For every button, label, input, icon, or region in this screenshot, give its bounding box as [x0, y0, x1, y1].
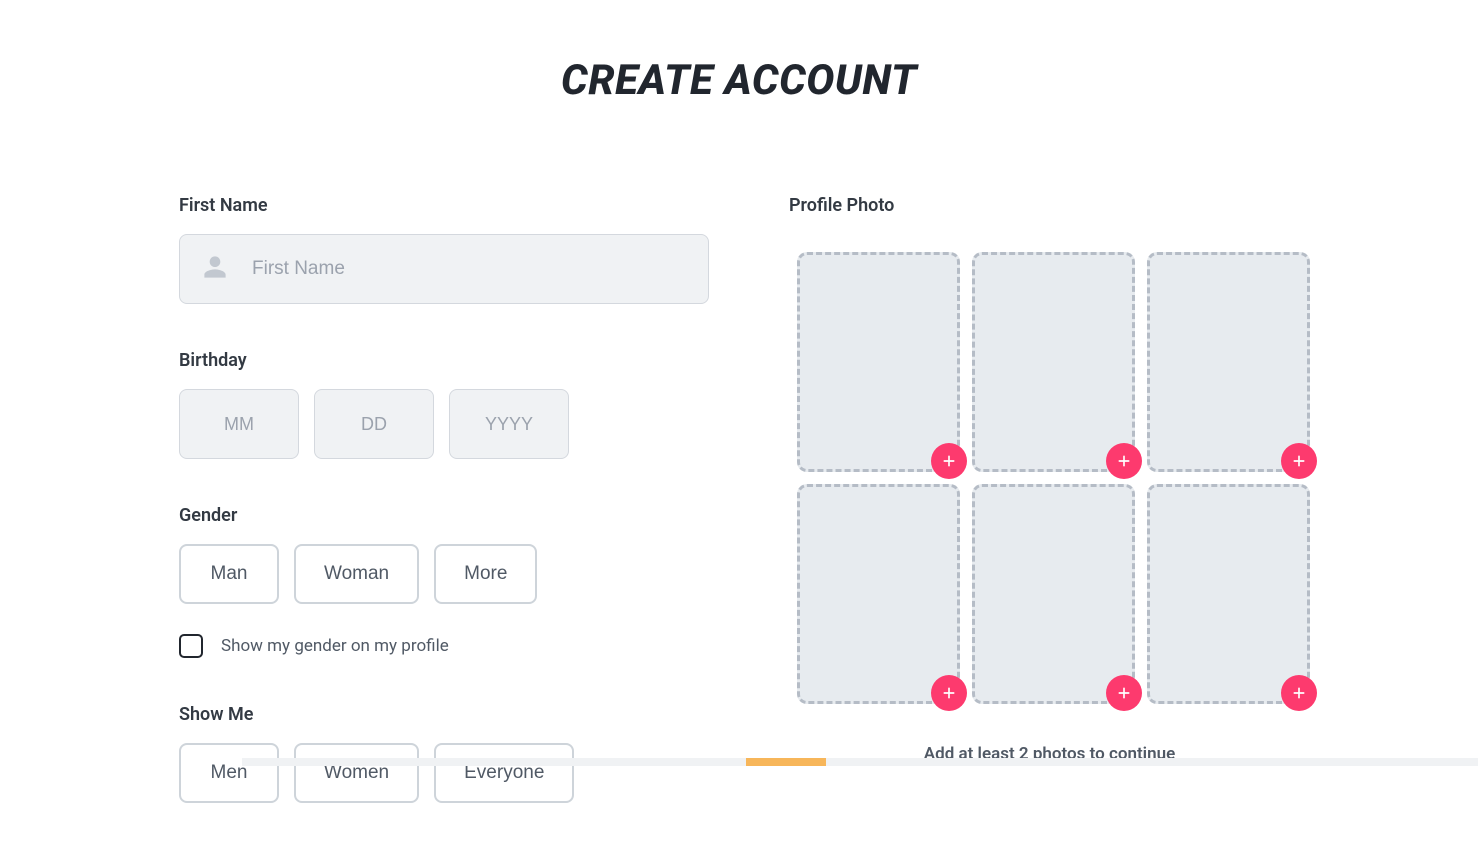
photo-grid: [797, 252, 1310, 704]
gender-man-button[interactable]: Man: [179, 544, 279, 604]
gender-woman-button[interactable]: Woman: [294, 544, 419, 604]
show-gender-checkbox[interactable]: [179, 634, 203, 658]
add-photo-button[interactable]: [1106, 443, 1142, 479]
birthday-label: Birthday: [179, 350, 709, 371]
progress-segment: [746, 758, 826, 766]
plus-icon: [1116, 453, 1132, 469]
gender-label: Gender: [179, 505, 709, 526]
plus-icon: [1116, 685, 1132, 701]
photo-slot[interactable]: [972, 484, 1135, 704]
first-name-label: First Name: [179, 195, 709, 216]
person-icon: [202, 254, 228, 284]
plus-icon: [1291, 685, 1307, 701]
plus-icon: [941, 453, 957, 469]
add-photo-button[interactable]: [1106, 675, 1142, 711]
birthday-month-input[interactable]: [180, 414, 298, 435]
photo-slot[interactable]: [1147, 484, 1310, 704]
show-me-everyone-button[interactable]: Everyone: [434, 743, 574, 803]
photo-slot[interactable]: [797, 252, 960, 472]
add-photo-button[interactable]: [931, 675, 967, 711]
first-name-input-wrap[interactable]: [179, 234, 709, 304]
add-photo-button[interactable]: [931, 443, 967, 479]
bottom-strip: [242, 758, 1478, 766]
show-me-men-button[interactable]: Men: [179, 743, 279, 803]
photo-slot[interactable]: [797, 484, 960, 704]
birthday-year-input[interactable]: [450, 414, 568, 435]
page-title: CREATE ACCOUNT: [179, 56, 1299, 105]
show-me-women-button[interactable]: Women: [294, 743, 419, 803]
add-photo-button[interactable]: [1281, 443, 1317, 479]
first-name-input[interactable]: [252, 258, 686, 280]
show-me-label: Show Me: [179, 704, 709, 725]
show-gender-label: Show my gender on my profile: [221, 636, 449, 656]
add-photo-button[interactable]: [1281, 675, 1317, 711]
birthday-year-wrap[interactable]: [449, 389, 569, 459]
photo-slot[interactable]: [1147, 252, 1310, 472]
birthday-day-input[interactable]: [315, 414, 433, 435]
gender-more-button[interactable]: More: [434, 544, 537, 604]
plus-icon: [941, 685, 957, 701]
birthday-month-wrap[interactable]: [179, 389, 299, 459]
plus-icon: [1291, 453, 1307, 469]
birthday-day-wrap[interactable]: [314, 389, 434, 459]
profile-photo-label: Profile Photo: [789, 195, 1310, 216]
photo-slot[interactable]: [972, 252, 1135, 472]
